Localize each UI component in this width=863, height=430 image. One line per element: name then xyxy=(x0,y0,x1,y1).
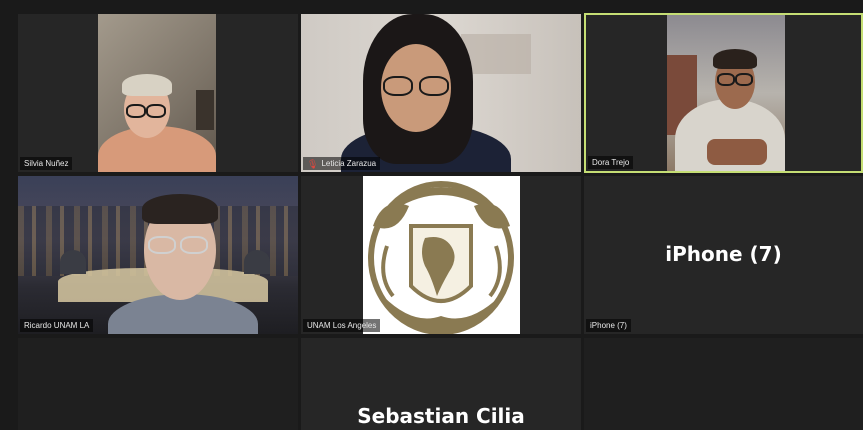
participant-name: UNAM Los Angeles xyxy=(307,321,377,330)
participant-name-tag: 🎙︎ Leticia Zarazua xyxy=(303,157,381,170)
participant-tile-silvia[interactable]: Silvia Nuñez xyxy=(18,14,298,172)
participant-video xyxy=(667,15,785,171)
participant-video xyxy=(98,14,216,172)
participant-tile-unam-los-angeles[interactable]: UNAM Los Angeles xyxy=(301,176,581,334)
empty-tile-right xyxy=(584,338,863,430)
participant-tile-dora[interactable]: Dora Trejo xyxy=(584,13,863,173)
meeting-gallery-view: Silvia Nuñez 🎙︎ Leticia Zarazua Dora Tre… xyxy=(0,0,863,430)
participant-name-tag: Ricardo UNAM LA xyxy=(20,319,94,332)
participant-video xyxy=(18,176,298,334)
participant-display-name: iPhone (7) xyxy=(665,242,782,266)
participant-tile-iphone[interactable]: iPhone (7) iPhone (7) xyxy=(584,176,863,334)
participant-name-tag: iPhone (7) xyxy=(586,319,631,332)
mic-muted-icon: 🎙︎ xyxy=(307,158,319,169)
participant-name: Silvia Nuñez xyxy=(24,159,69,168)
participant-video xyxy=(301,14,581,172)
participant-tile-leticia[interactable]: 🎙︎ Leticia Zarazua xyxy=(301,14,581,172)
unam-seal-image xyxy=(363,176,520,334)
participant-tile-ricardo[interactable]: Ricardo UNAM LA xyxy=(18,176,298,334)
participant-name-tag: UNAM Los Angeles xyxy=(303,319,381,332)
participant-name: iPhone (7) xyxy=(590,321,627,330)
empty-tile-left xyxy=(18,338,298,430)
participant-tile-sebastian[interactable]: Sebastian Cilia xyxy=(301,338,581,430)
unam-seal-icon xyxy=(368,181,514,334)
participant-name-tag: Dora Trejo xyxy=(588,156,634,169)
participant-name-tag: Silvia Nuñez xyxy=(20,157,73,170)
participant-name: Ricardo UNAM LA xyxy=(24,321,90,330)
participant-display-name: Sebastian Cilia xyxy=(357,404,525,428)
participant-name: Leticia Zarazua xyxy=(321,159,377,168)
participant-name: Dora Trejo xyxy=(592,158,630,167)
